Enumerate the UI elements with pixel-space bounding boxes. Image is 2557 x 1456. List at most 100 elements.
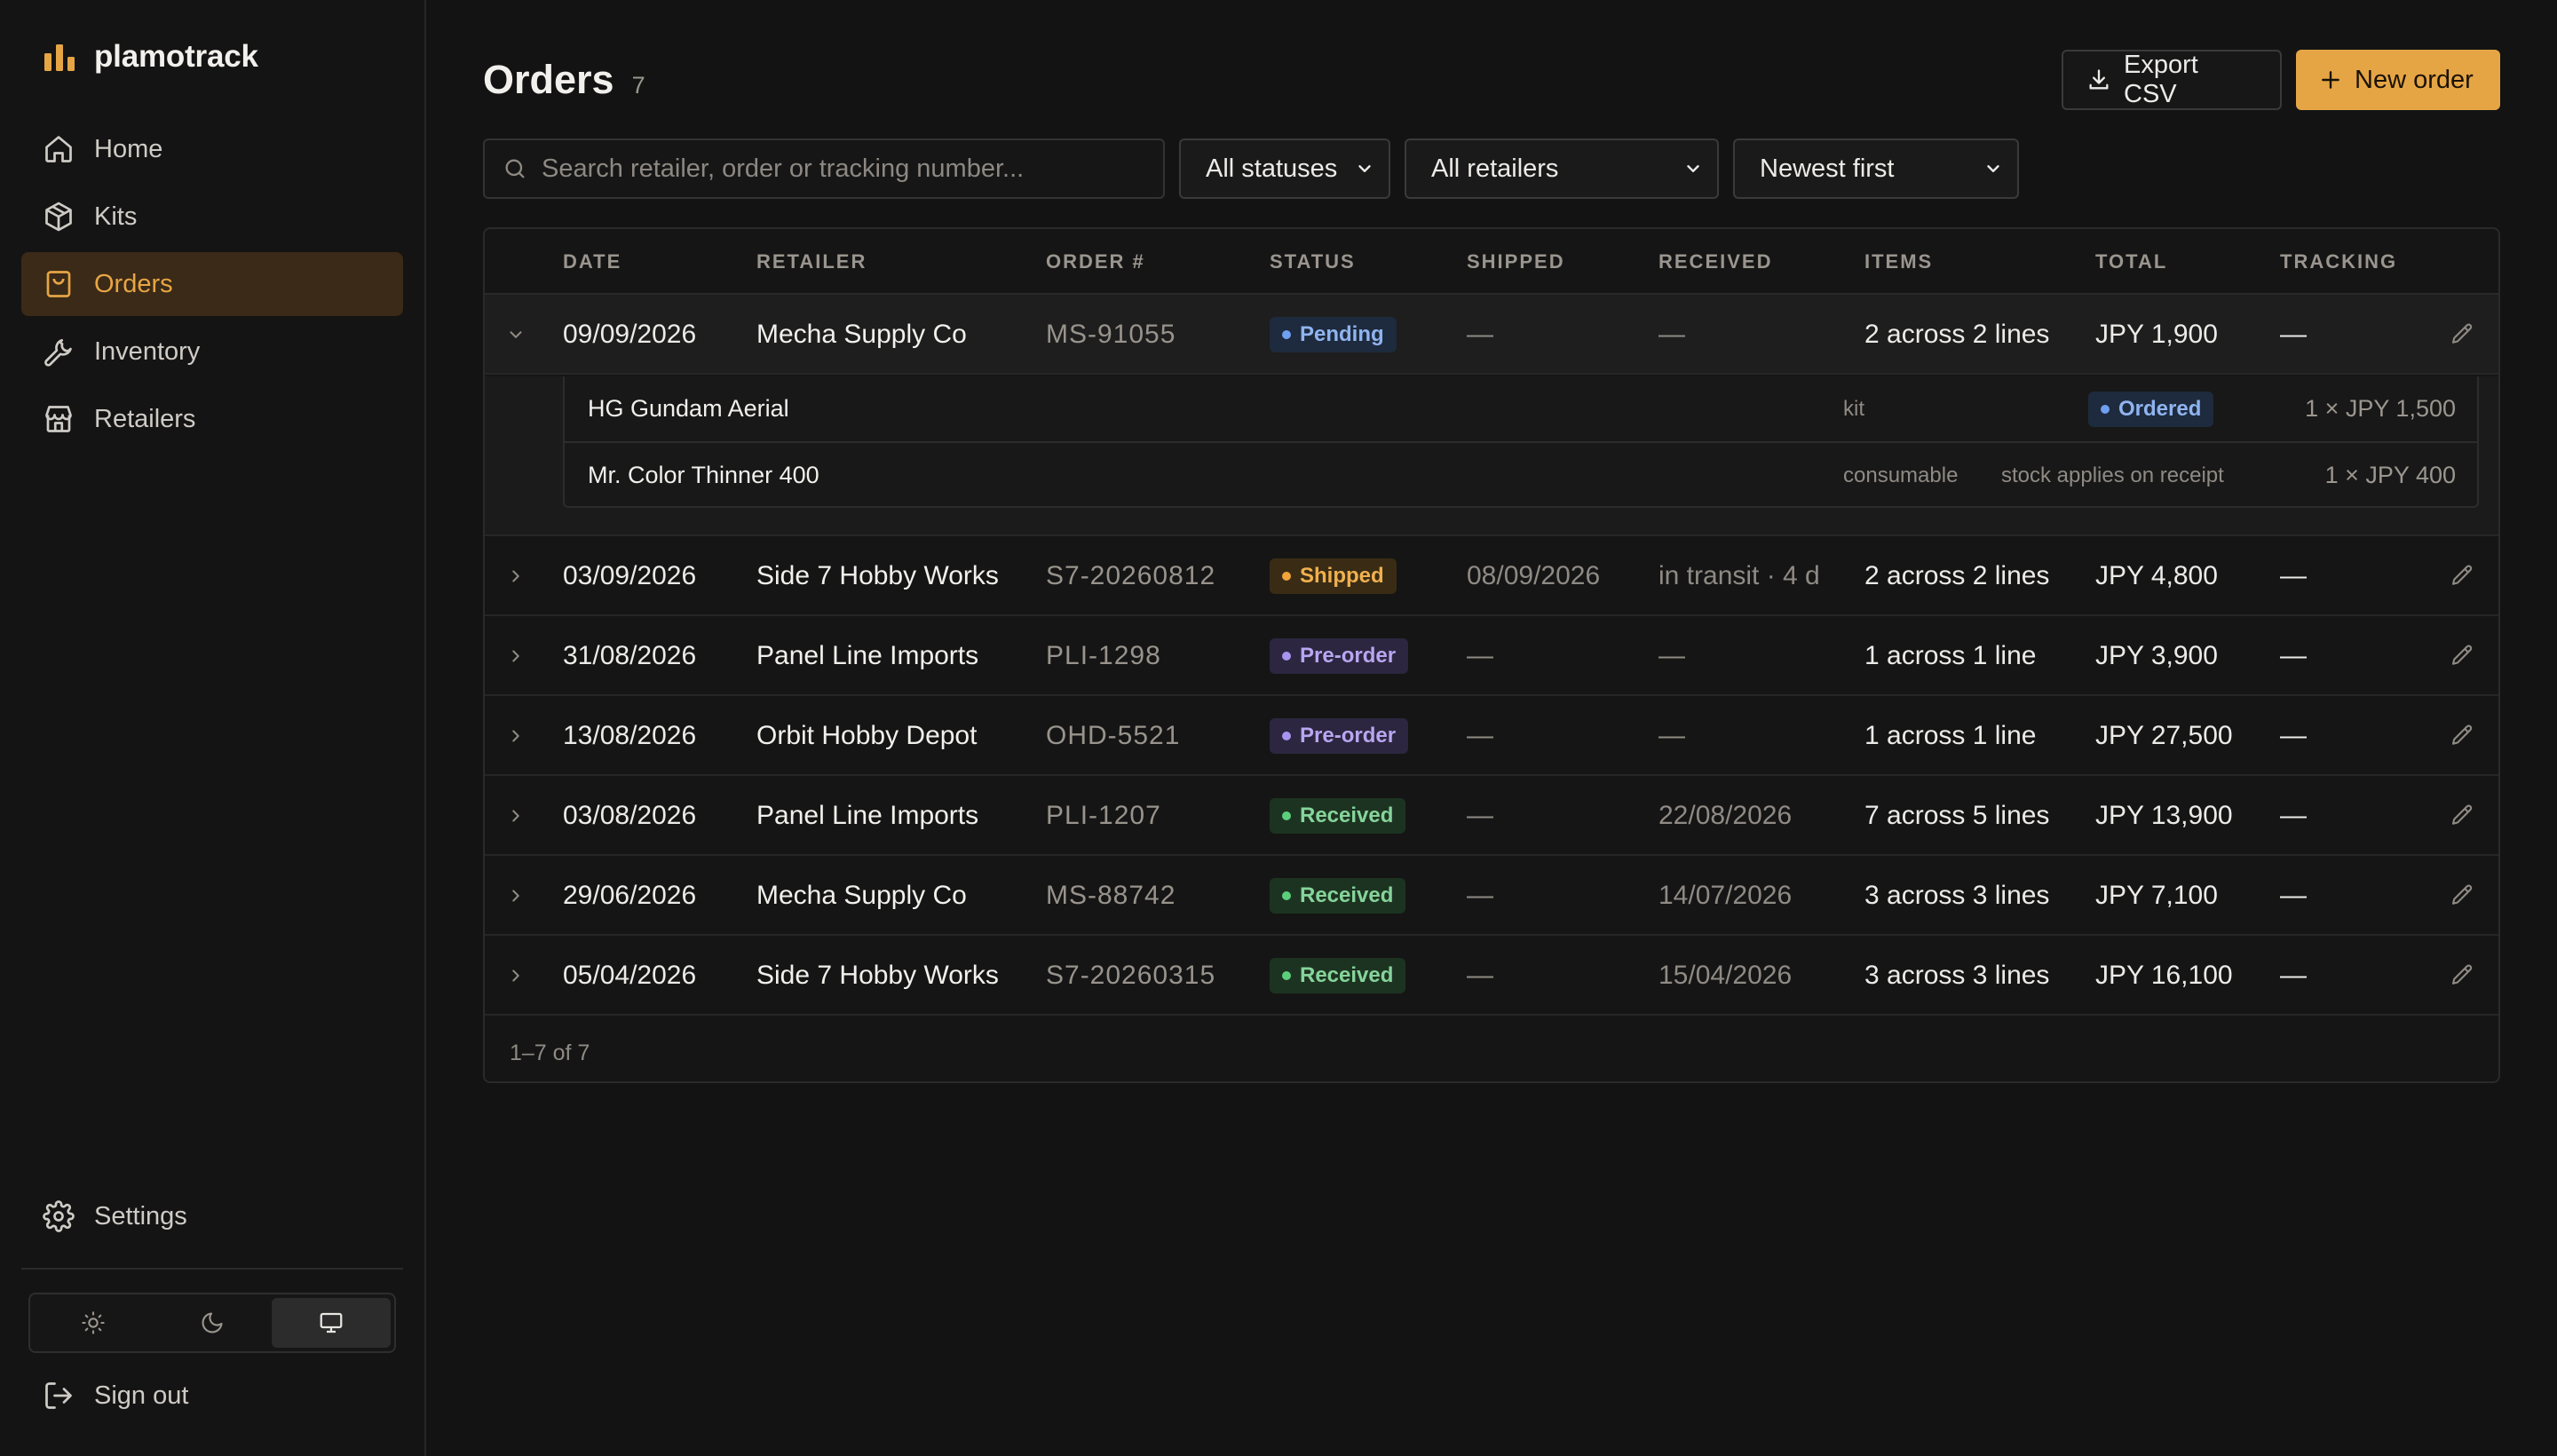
new-order-label: New order [2355, 65, 2474, 94]
order-received: — [1658, 641, 1685, 670]
sign-out-button[interactable]: Sign out [21, 1364, 403, 1428]
order-received: 22/08/2026 [1658, 801, 1793, 830]
edit-pencil-icon[interactable] [2449, 696, 2475, 776]
chevron-right-icon[interactable] [506, 776, 526, 856]
column-header-received[interactable]: Received [1658, 250, 1772, 273]
table-row[interactable]: 31/08/2026 Panel Line Imports PLI-1298 Pre-… [485, 616, 2498, 696]
edit-pencil-icon[interactable] [2449, 776, 2475, 856]
status-dot [1282, 652, 1291, 661]
bag-icon [43, 268, 75, 300]
status-badge: Received [1270, 798, 1406, 834]
theme-system-option[interactable] [272, 1298, 391, 1348]
retailer-filter-select[interactable]: All retailers [1405, 138, 1719, 199]
order-tracking: — [2280, 721, 2307, 750]
orders-table: Date Retailer Order # Status Shipped Rec… [483, 227, 2500, 1083]
column-header-total[interactable]: Total [2095, 250, 2167, 273]
chevron-right-icon[interactable] [506, 936, 526, 1016]
order-status-cell: Pending [1270, 295, 1397, 375]
status-badge: Pre-order [1270, 638, 1409, 674]
table-row[interactable]: 03/08/2026 Panel Line Imports PLI-1207 Rece… [485, 776, 2498, 856]
order-date: 03/09/2026 [563, 561, 697, 590]
status-badge: Received [1270, 958, 1406, 993]
order-tracking: — [2280, 801, 2307, 830]
line-item-name: Mr. Color Thinner 400 [588, 462, 819, 488]
order-tracking: — [2280, 961, 2307, 990]
column-header-status[interactable]: Status [1270, 250, 1356, 273]
order-shipped: — [1467, 961, 1493, 990]
nav-item-settings[interactable]: Settings [21, 1184, 403, 1248]
edit-pencil-icon[interactable] [2449, 295, 2475, 375]
order-retailer: Orbit Hobby Depot [756, 721, 978, 750]
export-csv-button[interactable]: Export CSV [2062, 50, 2282, 110]
order-line-row[interactable]: Mr. Color Thinner 400 consumable stock a… [565, 441, 2477, 506]
sidebar-divider [21, 1268, 403, 1270]
order-tracking: — [2280, 320, 2307, 349]
order-tracking: — [2280, 561, 2307, 590]
order-lines-table: HG Gundam Aerial kit Ordered 1 × JPY 1,5… [563, 376, 2479, 508]
order-total: JPY 7,100 [2095, 881, 2218, 910]
chevron-right-icon[interactable] [506, 616, 526, 696]
status-badge: Pending [1270, 317, 1397, 352]
line-item-name: HG Gundam Aerial [588, 395, 789, 422]
status-badge-label: Pre-order [1300, 724, 1397, 748]
box-icon [43, 201, 75, 233]
table-row[interactable]: 03/09/2026 Side 7 Hobby Works S7-20260812 S… [485, 536, 2498, 616]
line-item-category: consumable [1843, 463, 1959, 487]
nav-item-inventory[interactable]: Inventory [21, 320, 403, 384]
theme-light-option[interactable] [34, 1298, 153, 1348]
sort-select[interactable]: Newest first [1733, 138, 2019, 199]
column-header-retailer[interactable]: Retailer [756, 250, 867, 273]
status-badge: Ordered [2088, 391, 2214, 427]
status-filter-select[interactable]: All statuses [1179, 138, 1390, 199]
order-total: JPY 3,900 [2095, 641, 2218, 670]
search-input[interactable] [542, 154, 1145, 184]
plus-icon [2319, 68, 2342, 91]
chevron-down-icon[interactable] [506, 295, 526, 375]
theme-dark-option[interactable] [153, 1298, 272, 1348]
order-count: 7 [631, 72, 645, 99]
sun-icon [81, 1310, 106, 1335]
chevron-right-icon[interactable] [506, 696, 526, 776]
column-header-shipped[interactable]: Shipped [1467, 250, 1565, 273]
status-badge-label: Pending [1300, 322, 1384, 346]
new-order-button[interactable]: New order [2296, 50, 2500, 110]
order-total: JPY 1,900 [2095, 320, 2218, 349]
edit-pencil-icon[interactable] [2449, 936, 2475, 1016]
table-row[interactable]: 09/09/2026 Mecha Supply Co MS-91055 Pending… [485, 295, 2498, 375]
brand[interactable]: plamotrack [43, 39, 258, 75]
status-badge-label: Ordered [2118, 396, 2202, 421]
order-retailer: Panel Line Imports [756, 801, 979, 830]
chevron-down-icon [1983, 159, 2003, 178]
table-row[interactable]: 05/04/2026 Side 7 Hobby Works S7-20260315 R… [485, 936, 2498, 1016]
nav-item-orders[interactable]: Orders [21, 252, 403, 316]
table-row[interactable]: 13/08/2026 Orbit Hobby Depot OHD-5521 Pre-o… [485, 696, 2498, 776]
order-items: 2 across 2 lines [1864, 561, 2050, 590]
nav-item-home[interactable]: Home [21, 117, 403, 181]
nav-item-retailers[interactable]: Retailers [21, 387, 403, 451]
table-row[interactable]: 29/06/2026 Mecha Supply Co MS-88742 Receive… [485, 856, 2498, 936]
order-line-row[interactable]: HG Gundam Aerial kit Ordered 1 × JPY 1,5… [565, 376, 2477, 441]
search-box[interactable] [483, 138, 1165, 199]
edit-pencil-icon[interactable] [2449, 536, 2475, 616]
order-date: 09/09/2026 [563, 320, 697, 349]
search-icon [503, 156, 527, 181]
sidebar: plamotrack Home Kits Orders Inventory Re… [0, 0, 426, 1456]
chevron-down-icon [1355, 159, 1374, 178]
sort-value: Newest first [1760, 154, 1895, 183]
column-header-date[interactable]: Date [563, 250, 621, 273]
nav-item-label: Retailers [94, 404, 196, 433]
column-header-tracking[interactable]: Tracking [2280, 250, 2397, 273]
column-header-order[interactable]: Order # [1046, 250, 1145, 273]
order-number: S7-20260812 [1046, 561, 1216, 590]
chevron-right-icon[interactable] [506, 536, 526, 616]
column-header-items[interactable]: Items [1864, 250, 1933, 273]
edit-pencil-icon[interactable] [2449, 856, 2475, 936]
status-badge-label: Received [1300, 803, 1394, 827]
order-date: 13/08/2026 [563, 721, 697, 750]
nav-item-kits[interactable]: Kits [21, 185, 403, 249]
order-received: — [1658, 320, 1685, 349]
order-number: PLI-1207 [1046, 801, 1161, 830]
edit-pencil-icon[interactable] [2449, 616, 2475, 696]
chevron-right-icon[interactable] [506, 856, 526, 936]
gear-icon [43, 1200, 75, 1232]
